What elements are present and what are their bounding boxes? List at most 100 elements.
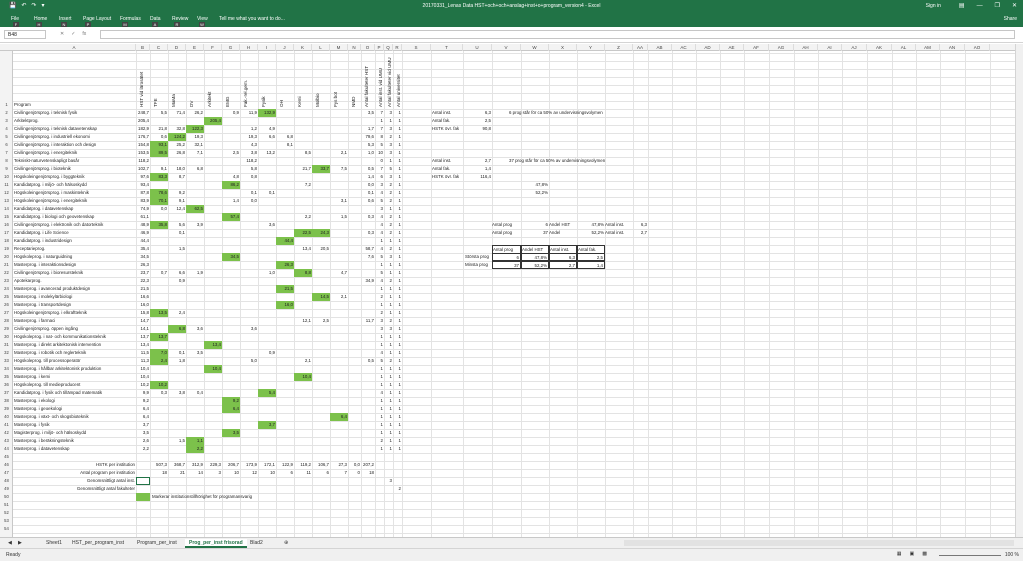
cell-i[interactable] — [258, 429, 276, 437]
cell-e[interactable] — [186, 173, 204, 181]
cell-b[interactable]: 48,9 — [136, 221, 150, 229]
cell-e[interactable] — [186, 405, 204, 413]
row-header-46[interactable]: 46 — [0, 462, 13, 467]
cell-g[interactable]: 1,4 — [222, 197, 240, 205]
row-header-37[interactable]: 37 — [0, 390, 13, 395]
cell-l[interactable] — [312, 141, 330, 149]
cell-r[interactable]: 1 — [393, 205, 402, 213]
cell-e[interactable]: 32,1 — [186, 141, 204, 149]
cell-q[interactable]: 2 — [384, 189, 393, 197]
cell-m[interactable] — [330, 341, 348, 349]
cell-i[interactable] — [258, 341, 276, 349]
cell-h[interactable] — [240, 181, 258, 189]
cell-c[interactable]: 2,4 — [150, 357, 168, 365]
cell-e[interactable] — [186, 261, 204, 269]
cell-h[interactable] — [240, 333, 258, 341]
cell-f[interactable] — [204, 277, 222, 285]
cell-k[interactable]: 10,4 — [294, 373, 312, 381]
cell-j[interactable] — [276, 397, 294, 405]
cell-k[interactable]: 21,7 — [294, 165, 312, 173]
column-header-n[interactable]: N — [348, 44, 361, 51]
cell-i[interactable] — [258, 437, 276, 445]
cell-e[interactable]: 3,9 — [186, 221, 204, 229]
cell-p[interactable]: 1 — [375, 301, 384, 309]
cell-m[interactable] — [330, 181, 348, 189]
cell-r[interactable]: 1 — [393, 213, 402, 221]
cell-b[interactable]: 44,4 — [136, 237, 150, 245]
cell-k[interactable]: 2,1 — [294, 357, 312, 365]
row-header-2[interactable]: 2 — [0, 110, 13, 115]
cell-p[interactable]: 1 — [375, 117, 384, 125]
cell-r[interactable]: 1 — [393, 421, 402, 429]
cell-r[interactable]: 1 — [393, 293, 402, 301]
cell-n[interactable] — [348, 245, 361, 253]
row-header-35[interactable]: 35 — [0, 374, 13, 379]
cell-k[interactable] — [294, 429, 312, 437]
cell-k[interactable]: 12,1 — [294, 317, 312, 325]
cell-o[interactable] — [361, 389, 375, 397]
cell-b[interactable]: 23,7 — [136, 269, 150, 277]
cell-q[interactable]: 1 — [384, 397, 393, 405]
cell-r[interactable]: 1 — [393, 277, 402, 285]
cell-q[interactable]: 1 — [384, 445, 393, 453]
cell-p[interactable]: 5 — [375, 253, 384, 261]
cell-c[interactable]: 35,8 — [150, 221, 168, 229]
cell-m[interactable] — [330, 157, 348, 165]
cell-d[interactable] — [168, 365, 186, 373]
cell-g[interactable] — [222, 285, 240, 293]
cell-b[interactable]: 22,3 — [136, 277, 150, 285]
cell-j[interactable] — [276, 349, 294, 357]
cell-l[interactable] — [312, 125, 330, 133]
cell-b[interactable]: 9,2 — [136, 397, 150, 405]
cell-e[interactable] — [186, 317, 204, 325]
cell-m[interactable] — [330, 125, 348, 133]
row-header-44[interactable]: 44 — [0, 446, 13, 451]
cell-q[interactable]: 3 — [384, 325, 393, 333]
cell-e[interactable] — [186, 229, 204, 237]
cell-j[interactable] — [276, 165, 294, 173]
column-header-aa[interactable]: AA — [633, 44, 648, 51]
cell-j[interactable]: 6,8 — [276, 133, 294, 141]
cell-d[interactable] — [168, 285, 186, 293]
cell-r[interactable]: 1 — [393, 269, 402, 277]
cell-h[interactable] — [240, 373, 258, 381]
cell-f[interactable] — [204, 413, 222, 421]
cell-f[interactable] — [204, 157, 222, 165]
cell-o[interactable] — [361, 221, 375, 229]
cell-m[interactable] — [330, 397, 348, 405]
cell-f[interactable] — [204, 173, 222, 181]
cell-l[interactable] — [312, 381, 330, 389]
cell-h[interactable] — [240, 421, 258, 429]
cell-f[interactable] — [204, 333, 222, 341]
cell-f[interactable]: 205,4 — [204, 117, 222, 125]
cell-m[interactable] — [330, 285, 348, 293]
cell-m[interactable] — [330, 221, 348, 229]
worksheet-grid[interactable]: Program HST vid lärosätet TFE MaMa DV Arkitek… — [13, 51, 1015, 537]
cell-m[interactable]: 2,1 — [330, 149, 348, 157]
sheet-tab-4[interactable]: Prog_per_inst frisorad — [185, 539, 247, 548]
cell-m[interactable] — [330, 205, 348, 213]
cell-p[interactable]: 4 — [375, 221, 384, 229]
cell-d[interactable] — [168, 445, 186, 453]
cell-o[interactable] — [361, 437, 375, 445]
row-header-45[interactable]: 45 — [0, 454, 13, 459]
cell-j[interactable] — [276, 189, 294, 197]
cell-o[interactable]: 1,7 — [361, 125, 375, 133]
cell-g[interactable] — [222, 237, 240, 245]
row-header-1[interactable]: 1 — [0, 102, 13, 107]
cell-l[interactable] — [312, 437, 330, 445]
cell-o[interactable] — [361, 285, 375, 293]
row-header-13[interactable]: 13 — [0, 198, 13, 203]
cell-p[interactable]: 4 — [375, 245, 384, 253]
cell-j[interactable]: 44,4 — [276, 237, 294, 245]
cell-d[interactable] — [168, 381, 186, 389]
cell-n[interactable] — [348, 341, 361, 349]
cell-j[interactable] — [276, 421, 294, 429]
cell-b[interactable]: 13,4 — [136, 341, 150, 349]
cell-l[interactable] — [312, 277, 330, 285]
cell-n[interactable] — [348, 181, 361, 189]
column-header-ab[interactable]: AB — [648, 44, 672, 51]
cell-d[interactable] — [168, 373, 186, 381]
cell-m[interactable] — [330, 245, 348, 253]
cell-q[interactable]: 1 — [384, 237, 393, 245]
